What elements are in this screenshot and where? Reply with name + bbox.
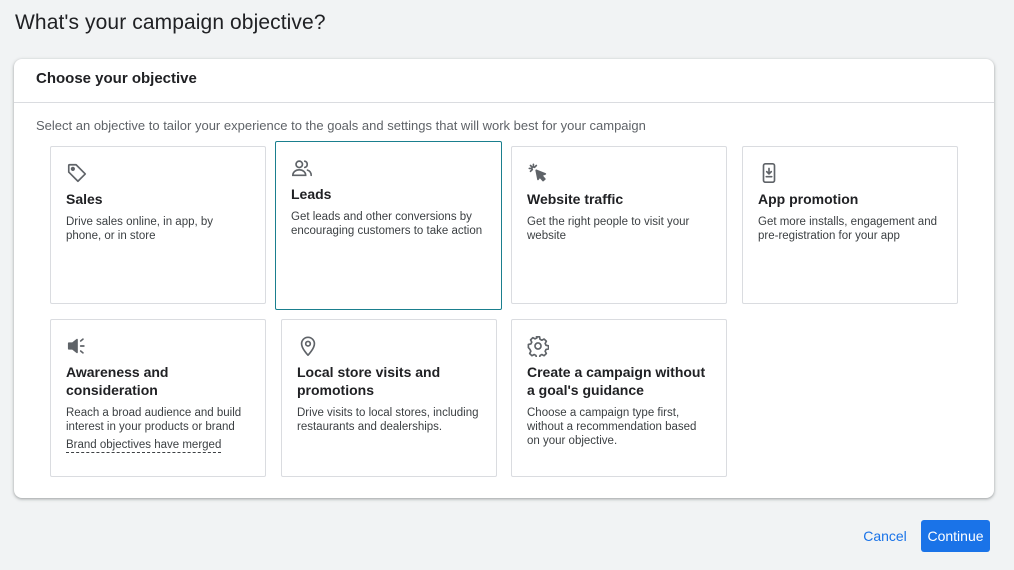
card-title: App promotion (758, 191, 859, 207)
megaphone-icon (66, 335, 88, 357)
objective-card-local-store[interactable]: Local store visits and promotions Drive … (281, 319, 497, 477)
card-title: Create a campaign without a goal's guida… (527, 364, 706, 398)
card-description: Drive sales online, in app, by phone, or… (66, 216, 214, 242)
objective-card-awareness[interactable]: Awareness and consideration Reach a broa… (50, 319, 266, 477)
objective-card-app-promotion[interactable]: App promotion Get more installs, engagem… (742, 146, 958, 304)
objective-card-no-goal[interactable]: Create a campaign without a goal's guida… (511, 319, 727, 477)
card-description: Get more installs, engagement and pre-re… (758, 216, 937, 242)
card-title: Awareness and consideration (66, 364, 169, 398)
objective-panel: Choose your objective Select an objectiv… (14, 59, 994, 498)
card-title: Sales (66, 191, 103, 207)
card-description: Reach a broad audience and build interes… (66, 407, 242, 433)
card-title: Website traffic (527, 191, 624, 207)
gear-icon (527, 335, 549, 357)
card-description: Get leads and other conversions by encou… (291, 211, 483, 237)
cancel-button[interactable]: Cancel (856, 520, 914, 552)
card-description: Drive visits to local stores, including … (297, 407, 479, 433)
objective-card-website-traffic[interactable]: Website traffic Get the right people to … (511, 146, 727, 304)
objective-card-sales[interactable]: Sales Drive sales online, in app, by pho… (50, 146, 266, 304)
card-title: Leads (291, 186, 332, 202)
continue-button[interactable]: Continue (921, 520, 990, 552)
phone-download-icon (758, 162, 780, 184)
card-title: Local store visits and promotions (297, 364, 441, 398)
card-description: Choose a campaign type first, without a … (527, 407, 697, 447)
tag-icon (66, 162, 88, 184)
cursor-click-icon (527, 162, 549, 184)
panel-header: Choose your objective (14, 59, 994, 103)
card-description: Get the right people to visit your websi… (527, 216, 690, 242)
people-icon (291, 157, 313, 179)
location-pin-icon (297, 335, 319, 357)
objective-card-leads[interactable]: Leads Get leads and other conversions by… (275, 141, 502, 310)
page-title: What's your campaign objective? (15, 11, 326, 34)
panel-description: Select an objective to tailor your exper… (36, 118, 646, 133)
brand-objectives-merged-link[interactable]: Brand objectives have merged (66, 438, 222, 453)
